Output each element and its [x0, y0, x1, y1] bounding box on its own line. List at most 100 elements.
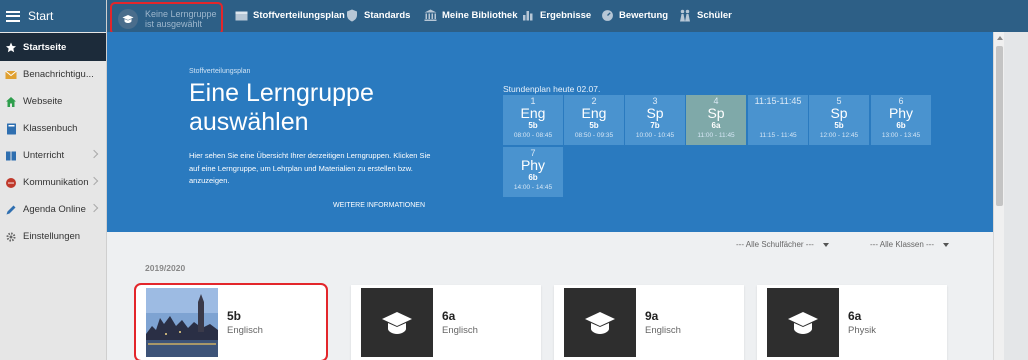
slot-subject: Phy: [888, 105, 914, 121]
sidebar-item-unterricht[interactable]: Unterricht: [0, 142, 106, 169]
scroll-up-icon[interactable]: [997, 36, 1003, 40]
group-select-button[interactable]: Keine Lerngruppe ist ausgewählt: [110, 2, 223, 35]
sidebar-item-agenda-online[interactable]: Agenda Online: [0, 196, 106, 223]
slot-class: 5b: [528, 121, 538, 130]
sidebar-header[interactable]: Start: [0, 0, 106, 32]
sidebar-item-label: Unterricht: [23, 150, 65, 161]
schedule-slot-break[interactable]: 11:15-11:45 11:15 - 11:45: [748, 95, 808, 145]
schedule-slot[interactable]: 5 Sp 5b 12:00 - 12:45: [809, 95, 869, 145]
nav-label: Meine Bibliothek: [442, 9, 518, 21]
group-card[interactable]: 9a Englisch: [554, 285, 744, 360]
subject-filter-value: --- Alle Schulfächer ---: [736, 240, 814, 249]
nav-meine-bibliothek[interactable]: Meine Bibliothek: [423, 0, 517, 30]
slot-time: 10:00 - 10:45: [635, 132, 675, 139]
sidebar-item-benachrichtigungen[interactable]: Benachrichtigu...: [0, 61, 106, 88]
sidebar-item-startseite[interactable]: Startseite: [0, 33, 106, 61]
slot-class: 6b: [896, 121, 906, 130]
sidebar-item-label: Agenda Online: [23, 204, 86, 215]
sidebar-item-label: Einstellungen: [23, 231, 81, 242]
school-year-heading: 2019/2020: [145, 263, 186, 273]
chevron-right-icon: [89, 203, 99, 213]
sidebar-item-webseite[interactable]: Webseite: [0, 88, 106, 115]
page-title: Eine Lerngruppe auswählen: [189, 79, 374, 136]
vertical-scrollbar[interactable]: [993, 32, 1004, 360]
sidebar-header-label: Start: [28, 9, 54, 23]
more-info-link[interactable]: WEITERE INFORMATIONEN: [333, 202, 425, 209]
nav-label: Standards: [364, 9, 411, 21]
sidebar-item-einstellungen[interactable]: Einstellungen: [0, 223, 106, 250]
slot-class: 5b: [834, 121, 844, 130]
chevron-down-icon: [822, 242, 829, 247]
group-name: 9a: [645, 309, 659, 323]
graduation-cap-icon: [361, 288, 433, 357]
nav-bewertung[interactable]: Bewertung: [600, 0, 668, 30]
slot-class: 6a: [711, 121, 721, 130]
bookmarks-icon: [5, 150, 17, 162]
schedule-slot[interactable]: 6 Phy 6b 13:00 - 13:45: [871, 95, 931, 145]
schedule-slot[interactable]: 1 Eng 5b 08:00 - 08:45: [503, 95, 563, 145]
sidebar-item-label: Kommunikation: [23, 177, 89, 188]
people-icon: [678, 9, 692, 21]
slot-subject: Sp: [646, 105, 664, 121]
home-icon: [5, 96, 17, 108]
schedule-title: Stundenplan heute 02.07.: [503, 84, 601, 94]
schedule-slot-current[interactable]: 4 Sp 6a 11:00 - 11:45: [686, 95, 746, 145]
nav-label: Bewertung: [619, 9, 669, 21]
graduation-cap-icon: [564, 288, 636, 357]
slot-time: 11:15 - 11:45: [759, 132, 797, 139]
scrollbar-thumb[interactable]: [996, 46, 1003, 206]
slot-subject: Eng: [520, 105, 546, 121]
shield-icon: [345, 9, 359, 21]
group-card[interactable]: 6a Physik: [757, 285, 947, 360]
slot-class: 6b: [528, 173, 538, 182]
slot-time: 08:00 - 08:45: [513, 132, 553, 139]
graduation-cap-icon: [118, 8, 138, 29]
nav-standards[interactable]: Standards: [345, 0, 410, 30]
sidebar-item-label: Klassenbuch: [23, 123, 78, 134]
slot-time: 12:00 - 12:45: [819, 132, 859, 139]
chevron-right-icon: [89, 176, 99, 186]
slot-class: [748, 121, 808, 131]
slot-subject: Sp: [830, 105, 848, 121]
group-subject: Englisch: [227, 325, 263, 336]
chat-icon: [5, 177, 17, 189]
class-filter-value: --- Alle Klassen ---: [870, 240, 935, 249]
graduation-cap-icon: [767, 288, 839, 357]
slot-class: 5b: [589, 121, 599, 130]
group-subject: Englisch: [442, 325, 478, 336]
schedule-slot[interactable]: 2 Eng 5b 08:50 - 09:35: [564, 95, 624, 145]
schedule-slot[interactable]: 3 Sp 7b 10:00 - 10:45: [625, 95, 685, 145]
class-filter-select[interactable]: --- Alle Klassen ---: [870, 240, 950, 249]
nav-label: Ergebnisse: [540, 9, 592, 21]
slot-subject: Sp: [707, 105, 725, 121]
group-subject: Physik: [848, 325, 876, 336]
slot-time: 08:50 - 09:35: [574, 132, 614, 139]
star-icon: [5, 41, 17, 53]
sidebar-item-label: Benachrichtigu...: [23, 69, 94, 80]
slot-time: 14:00 - 14:45: [513, 184, 553, 191]
sidebar-item-kommunikation[interactable]: Kommunikation: [0, 169, 106, 196]
hero-banner: Stoffverteilungsplan Eine Lerngruppe aus…: [107, 32, 993, 232]
nav-label: Stoffverteilungsplan: [253, 9, 345, 21]
gear-icon: [5, 231, 17, 243]
group-card[interactable]: 5b Englisch: [134, 283, 328, 360]
subject-filter-select[interactable]: --- Alle Schulfächer ---: [736, 240, 829, 249]
book-icon: [5, 123, 17, 135]
slot-subject: Phy: [520, 157, 546, 173]
slot-time: 13:00 - 13:45: [881, 132, 921, 139]
nav-ergebnisse[interactable]: Ergebnisse: [521, 0, 591, 30]
nav-label: Schüler: [697, 9, 732, 21]
dashboard-icon: [600, 9, 614, 21]
slot-number: 11:15-11:45: [754, 96, 802, 106]
nav-stoffverteilungsplan[interactable]: Stoffverteilungsplan: [234, 0, 345, 30]
hero-kicker: Stoffverteilungsplan: [189, 68, 251, 75]
nav-schueler[interactable]: Schüler: [678, 0, 732, 30]
schedule-slot[interactable]: 7 Phy 6b 14:00 - 14:45: [503, 147, 563, 197]
menu-icon[interactable]: [6, 10, 20, 22]
pencil-icon: [5, 204, 17, 216]
bar-chart-icon: [521, 9, 535, 21]
group-subject: Englisch: [645, 325, 681, 336]
sidebar-item-klassenbuch[interactable]: Klassenbuch: [0, 115, 106, 142]
group-card[interactable]: 6a Englisch: [351, 285, 541, 360]
chevron-right-icon: [89, 149, 99, 159]
